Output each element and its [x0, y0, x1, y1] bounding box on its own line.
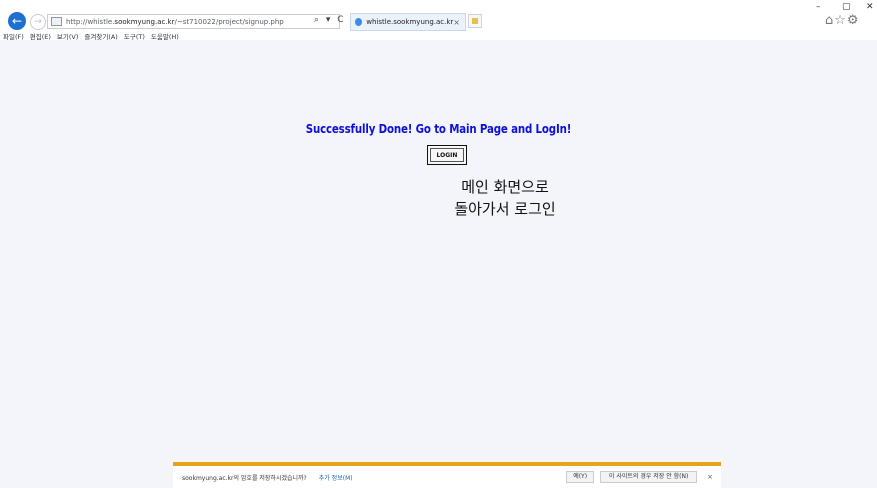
- tab-title: whistle.sookmyung.ac.kr: [366, 18, 454, 26]
- menu-bar: 파일(F) 편집(E) 보기(V) 즐겨찾기(A) 도구(T) 도움말(H): [0, 31, 185, 41]
- tab-whistle[interactable]: whistle.sookmyung.ac.kr ×: [350, 13, 466, 31]
- annotation-line-2: 돌아가서 로그인: [454, 200, 556, 218]
- menu-favorites[interactable]: 즐겨찾기(A): [84, 31, 117, 41]
- search-refresh-icon[interactable]: ⌕ ▾ C: [314, 15, 346, 25]
- menu-edit[interactable]: 편집(E): [30, 31, 51, 41]
- url-host: sookmyung.ac.kr: [114, 17, 175, 26]
- login-button[interactable]: LOGIN: [427, 145, 467, 165]
- url-text[interactable]: http://whistle.sookmyung.ac.kr/~st710022…: [66, 18, 339, 26]
- back-arrow-icon[interactable]: ←: [8, 12, 26, 30]
- tab-close-icon[interactable]: ×: [453, 18, 460, 27]
- url-prefix: http://whistle.: [66, 17, 115, 26]
- notification-close-icon[interactable]: ×: [707, 473, 713, 481]
- save-password-notification: sookmyung.ac.kr의 암호를 저장하시겠습니까? 추가 정보(M) …: [173, 462, 721, 488]
- success-message: Successfully Done! Go to Main Page and L…: [305, 121, 572, 136]
- notification-text: sookmyung.ac.kr의 암호를 저장하시겠습니까?: [182, 474, 307, 482]
- browser-chrome: ← → http://whistle.sookmyung.ac.kr/~st71…: [0, 0, 877, 41]
- url-path: /~st710022/project/signup.php: [174, 17, 284, 26]
- address-bar[interactable]: http://whistle.sookmyung.ac.kr/~st710022…: [47, 14, 340, 29]
- never-save-button[interactable]: 이 사이트의 경우 저장 안 함(N): [600, 471, 698, 483]
- new-tab-button[interactable]: [468, 14, 482, 28]
- more-info-link[interactable]: 추가 정보(M): [319, 473, 353, 482]
- menu-help[interactable]: 도움말(H): [151, 31, 179, 41]
- home-favorites-settings-icon[interactable]: ⌂☆⚙: [825, 13, 860, 28]
- forward-arrow-icon[interactable]: →: [30, 14, 46, 30]
- ie-icon: [355, 18, 363, 26]
- menu-view[interactable]: 보기(V): [57, 31, 78, 41]
- yes-button[interactable]: 예(Y): [566, 471, 595, 483]
- menu-tools[interactable]: 도구(T): [124, 31, 145, 41]
- restore-icon[interactable]: ▢: [842, 2, 851, 12]
- minimize-icon[interactable]: –: [816, 2, 821, 12]
- annotation-text: 메인 화면으로 돌아가서 로그인: [440, 176, 570, 220]
- close-window-icon[interactable]: ✕: [866, 2, 874, 12]
- menu-file[interactable]: 파일(F): [3, 31, 24, 41]
- annotation-line-1: 메인 화면으로: [461, 178, 549, 196]
- page-icon: [51, 17, 62, 26]
